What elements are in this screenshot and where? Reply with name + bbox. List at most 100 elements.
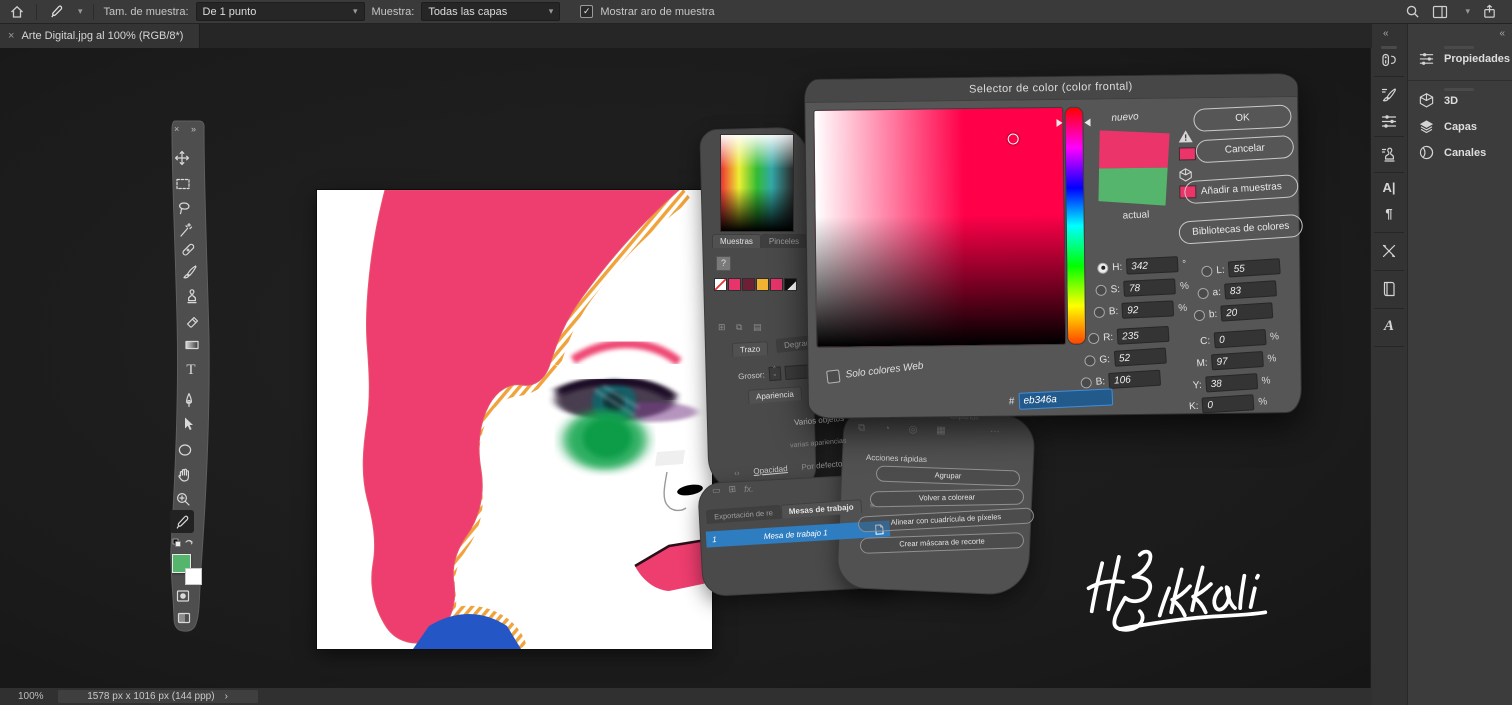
tab-pinceles[interactable]: Pinceles [761, 234, 807, 248]
swatch-pink-chip[interactable] [728, 278, 741, 291]
default-swap-colors-icon[interactable] [172, 538, 194, 550]
y-input[interactable] [1205, 373, 1258, 392]
swatch-question-chip[interactable]: ? [716, 256, 731, 271]
artwork-canvas[interactable] [317, 190, 712, 649]
close-icon[interactable]: × [174, 124, 179, 134]
lab-b-radio[interactable] [1194, 309, 1206, 321]
swatch-none-chip[interactable] [714, 278, 727, 291]
panel-item-3d[interactable]: 3D [1418, 92, 1458, 109]
eyedropper-tool-icon[interactable] [47, 3, 65, 21]
quick-mask-icon[interactable] [175, 588, 191, 604]
lasso-tool-icon[interactable] [176, 200, 192, 216]
type-tool-icon[interactable]: T [183, 362, 199, 378]
dialog-titlebar[interactable]: Selector de color (color frontal) [805, 74, 1297, 103]
panel-item-canales[interactable]: Canales [1418, 144, 1486, 161]
panel-item-capas[interactable]: Capas [1418, 118, 1477, 135]
gamut-warning-icon[interactable] [1178, 129, 1194, 143]
gradient-tool-icon[interactable] [184, 337, 200, 353]
brush-settings-panel-icon[interactable] [1371, 52, 1407, 70]
color-field-marker[interactable] [1008, 133, 1019, 144]
background-color-swatch[interactable] [185, 568, 202, 585]
paragraph-panel-icon[interactable]: ¶ [1371, 206, 1407, 221]
color-libraries-button[interactable]: Bibliotecas de colores [1178, 214, 1303, 245]
hue-slider-arrow-right[interactable] [1084, 119, 1090, 127]
collapse-dock-icon[interactable]: « [1383, 28, 1388, 39]
k-input[interactable] [1202, 394, 1255, 413]
sample-dropdown[interactable]: Todas las capas ▾ [421, 2, 560, 21]
c-input[interactable] [1214, 329, 1267, 348]
swatches-panel-footer-icons[interactable]: ⊞ ⧉ ▤ [718, 322, 765, 333]
show-ring-checkbox[interactable]: ✓ [580, 5, 593, 18]
g-radio[interactable] [1084, 355, 1096, 367]
glyphs-panel-icon[interactable]: A [1371, 318, 1407, 335]
share-icon[interactable] [1480, 3, 1498, 21]
h-input[interactable] [1126, 256, 1179, 274]
saturation-field[interactable] [813, 107, 1066, 348]
r-radio[interactable] [1088, 332, 1100, 344]
eyedropper-tool-icon-active[interactable] [174, 514, 190, 530]
document-tab[interactable]: × Arte Digital.jpg al 100% (RGB/8*) [0, 24, 200, 48]
gamut-warning-swatch[interactable] [1179, 147, 1196, 160]
l-radio[interactable] [1201, 265, 1213, 277]
swatch-pink-chip-2[interactable] [770, 278, 783, 291]
color-spectrum-panel[interactable] [720, 134, 794, 232]
home-icon[interactable] [8, 3, 26, 21]
lab-b-input[interactable] [1221, 302, 1274, 321]
collapse-panels-icon[interactable]: « [1499, 28, 1504, 39]
quick-action-recolorear[interactable]: Volver a colorear [870, 489, 1024, 508]
m-input[interactable] [1211, 351, 1264, 370]
hue-slider[interactable] [1064, 107, 1086, 345]
s-input[interactable] [1124, 278, 1177, 296]
sample-size-dropdown[interactable]: De 1 punto ▾ [196, 2, 365, 21]
link-icon[interactable]: ‹› [734, 468, 740, 477]
h-radio[interactable] [1097, 262, 1109, 274]
clone-stamp-tool-icon[interactable] [184, 289, 200, 305]
rect-icon[interactable]: ▭ [712, 485, 721, 497]
r-input[interactable] [1117, 326, 1170, 345]
add-to-swatches-button[interactable]: Añadir a muestras [1184, 174, 1299, 204]
direct-selection-tool-icon[interactable] [179, 416, 195, 432]
hex-input[interactable] [1018, 388, 1113, 409]
document-info[interactable]: 1578 px x 1016 px (144 ppp) › [58, 690, 258, 703]
b-input[interactable] [1122, 300, 1175, 318]
l-input[interactable] [1228, 258, 1281, 277]
character-panel-icon[interactable]: A| [1371, 180, 1407, 195]
properties-sliders-icon[interactable] [1371, 112, 1407, 130]
chevron-down-icon[interactable]: ▾ [78, 6, 83, 17]
hand-tool-icon[interactable] [176, 467, 192, 483]
expand-icon[interactable]: » [191, 124, 196, 134]
swatch-maroon-chip[interactable] [742, 278, 755, 291]
swatch-black-chip[interactable] [784, 278, 797, 291]
zoom-tool-icon[interactable] [175, 491, 191, 507]
marquee-tool-icon[interactable] [175, 176, 191, 192]
libraries-panel-icon[interactable] [1371, 280, 1407, 298]
zoom-level[interactable]: 100% [0, 691, 58, 702]
tab-muestras[interactable]: Muestras [712, 234, 761, 248]
chevron-down-icon[interactable]: ▾ [1465, 6, 1470, 17]
panel-item-propiedades[interactable]: Propiedades [1418, 50, 1510, 67]
brushes-panel-icon[interactable] [1371, 86, 1407, 104]
tab-trazo[interactable]: Trazo [732, 341, 769, 357]
healing-brush-tool-icon[interactable] [180, 242, 196, 258]
g-input[interactable] [1113, 348, 1166, 367]
eraser-tool-icon[interactable] [185, 314, 201, 330]
pen-tool-icon[interactable] [181, 392, 197, 408]
magic-wand-tool-icon[interactable] [178, 222, 194, 238]
swatch-yellow-chip[interactable] [756, 278, 769, 291]
search-icon[interactable] [1403, 3, 1421, 21]
screen-mode-icon[interactable] [176, 610, 192, 626]
s-radio[interactable] [1095, 284, 1107, 296]
move-tool-icon[interactable] [174, 150, 190, 166]
workspace-icon[interactable] [1431, 3, 1449, 21]
b2-radio[interactable] [1080, 377, 1092, 389]
tool-presets-panel-icon[interactable] [1371, 242, 1407, 260]
cancel-button[interactable]: Cancelar [1195, 135, 1294, 163]
a-input[interactable] [1224, 280, 1277, 299]
a-radio[interactable] [1197, 287, 1209, 299]
brush-tool-icon[interactable] [182, 264, 198, 280]
status-chevron-icon[interactable]: › [225, 691, 228, 702]
grid-icon[interactable]: ⊞ [728, 484, 736, 495]
fx-icon[interactable]: fx. [744, 483, 754, 494]
stroke-weight-stepper[interactable]: ⌃⌄ [768, 366, 781, 381]
b2-input[interactable] [1109, 370, 1162, 389]
